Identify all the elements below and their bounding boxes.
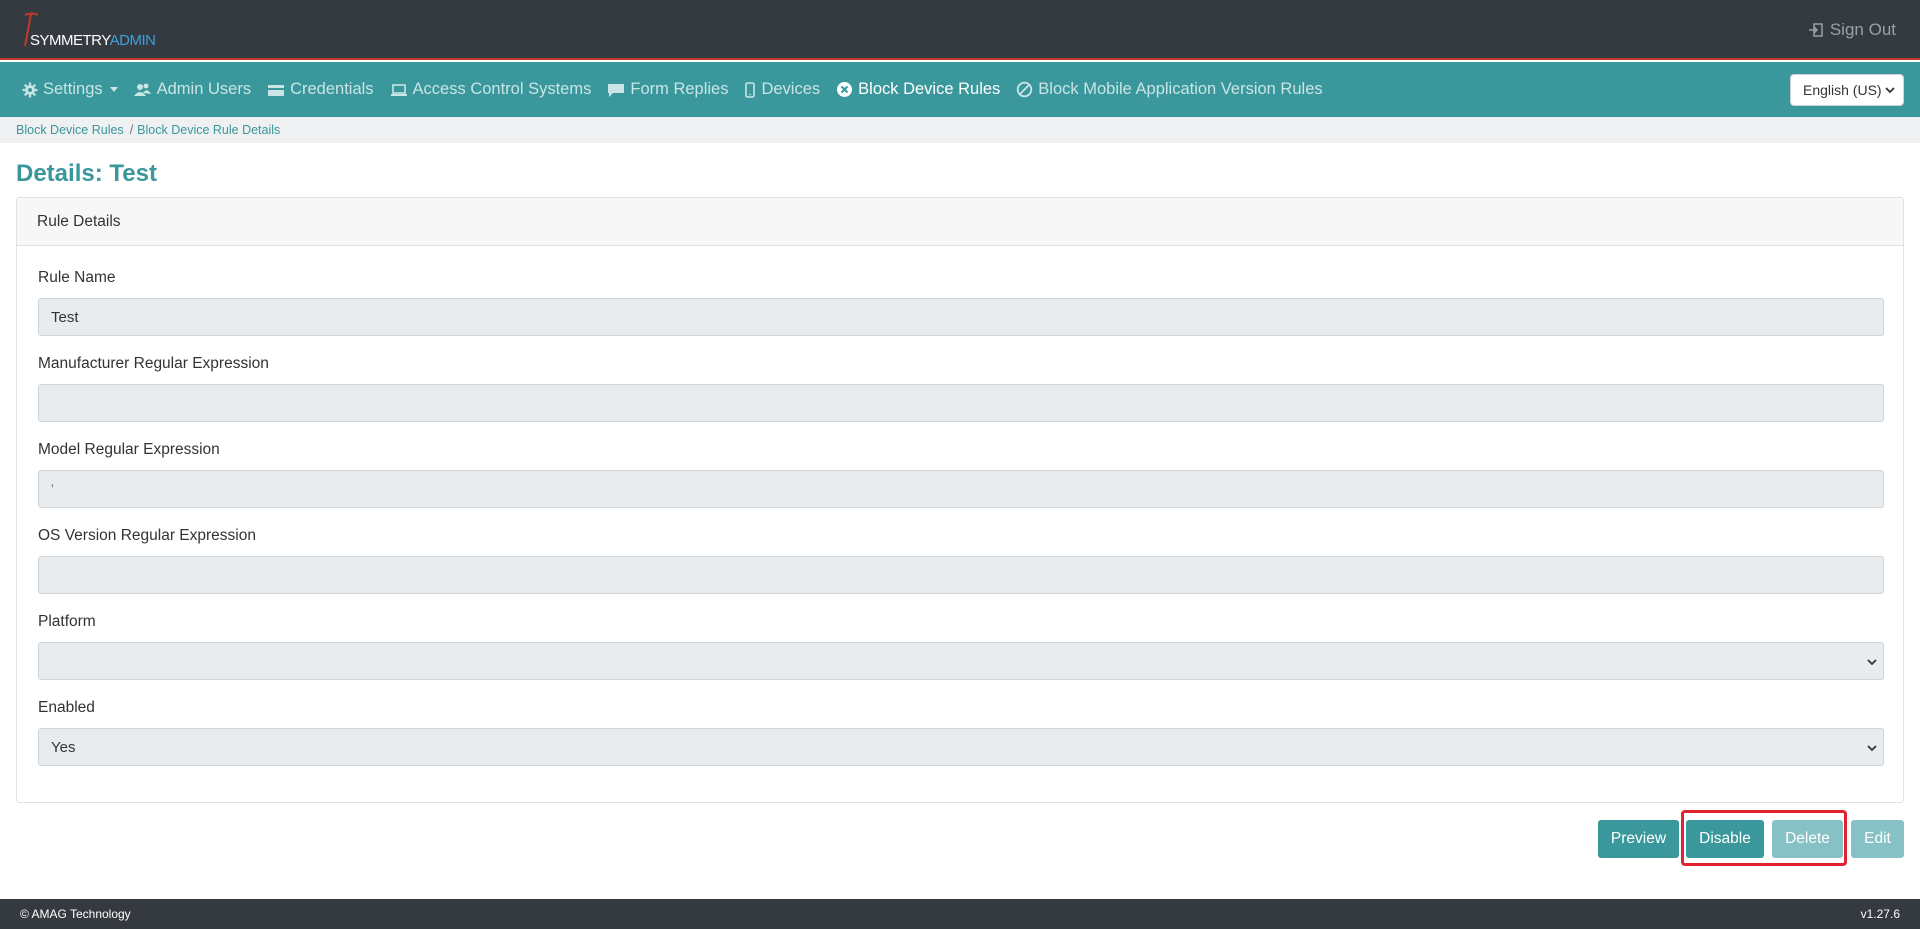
model-regex-label: Model Regular Expression bbox=[38, 441, 220, 458]
disable-button[interactable]: Disable bbox=[1686, 820, 1764, 858]
rule-details-card: Rule Details Rule Name Test Manufacturer… bbox=[16, 197, 1904, 803]
circle-x-icon bbox=[837, 82, 853, 97]
mobile-icon bbox=[745, 81, 756, 98]
sign-out-link[interactable]: Sign Out bbox=[1808, 20, 1896, 40]
nav-form-replies[interactable]: Form Replies bbox=[607, 80, 728, 99]
os-version-regex-label: OS Version Regular Expression bbox=[38, 527, 256, 544]
edit-button[interactable]: Edit bbox=[1851, 820, 1904, 858]
nav-settings-label: Settings bbox=[43, 80, 103, 98]
nav-devices[interactable]: Devices bbox=[744, 80, 820, 99]
page-title: Details: Test bbox=[16, 160, 157, 187]
breadcrumb: Block Device Rules / Block Device Rule D… bbox=[0, 117, 1920, 143]
comment-icon bbox=[608, 83, 625, 97]
model-regex-value: ' bbox=[51, 480, 54, 498]
delete-button[interactable]: Delete bbox=[1772, 820, 1843, 858]
nav-credentials-label: Credentials bbox=[290, 80, 374, 98]
breadcrumb-block-device-rule-details[interactable]: Block Device Rule Details bbox=[137, 123, 280, 137]
nav-credentials[interactable]: Credentials bbox=[267, 80, 374, 99]
chevron-down-icon bbox=[1885, 87, 1895, 94]
nav-block-mobile-app-version-rules-label: Block Mobile Application Version Rules bbox=[1038, 80, 1323, 98]
enabled-select-value: Yes bbox=[51, 738, 76, 756]
nav-access-control-systems[interactable]: Access Control Systems bbox=[390, 80, 592, 99]
nav-block-device-rules[interactable]: Block Device Rules bbox=[836, 80, 1000, 99]
footer: © AMAG Technology v1.27.6 bbox=[0, 899, 1920, 929]
nav-admin-users[interactable]: Admin Users bbox=[133, 80, 252, 99]
users-icon bbox=[133, 83, 151, 96]
nav-devices-label: Devices bbox=[761, 80, 821, 98]
laptop-icon bbox=[390, 83, 407, 96]
main-nav: Settings Admin Users Credentials Access … bbox=[0, 62, 1920, 117]
chevron-down-icon bbox=[109, 87, 118, 92]
nav-block-mobile-app-version-rules[interactable]: Block Mobile Application Version Rules bbox=[1016, 80, 1323, 99]
nav-admin-users-label: Admin Users bbox=[156, 80, 252, 98]
rule-name-value: Test bbox=[51, 308, 79, 326]
sign-out-icon bbox=[1808, 23, 1823, 37]
platform-label: Platform bbox=[38, 613, 96, 630]
ban-icon bbox=[1017, 81, 1033, 98]
chevron-down-icon bbox=[1867, 745, 1877, 752]
nav-access-control-systems-label: Access Control Systems bbox=[412, 80, 592, 98]
footer-version: v1.27.6 bbox=[1860, 907, 1900, 921]
model-regex-field[interactable]: ' bbox=[38, 470, 1884, 508]
language-select[interactable]: English (US) bbox=[1790, 74, 1904, 106]
chevron-down-icon bbox=[1867, 659, 1877, 666]
gear-icon bbox=[22, 82, 38, 97]
platform-select[interactable] bbox=[38, 642, 1884, 680]
rule-name-label: Rule Name bbox=[38, 269, 116, 286]
nav-settings[interactable]: Settings bbox=[22, 80, 118, 99]
manufacturer-regex-field[interactable] bbox=[38, 384, 1884, 422]
enabled-label: Enabled bbox=[38, 699, 95, 716]
symmetry-admin-logo: SYMMETRYADMIN bbox=[20, 12, 180, 52]
enabled-select[interactable]: Yes bbox=[38, 728, 1884, 766]
language-select-value: English (US) bbox=[1803, 82, 1882, 98]
nav-block-device-rules-label: Block Device Rules bbox=[858, 80, 1001, 98]
rule-name-field[interactable]: Test bbox=[38, 298, 1884, 336]
os-version-regex-field[interactable] bbox=[38, 556, 1884, 594]
card-header: Rule Details bbox=[17, 198, 1903, 246]
sign-out-label: Sign Out bbox=[1829, 20, 1896, 39]
breadcrumb-block-device-rules[interactable]: Block Device Rules bbox=[16, 123, 124, 137]
preview-button[interactable]: Preview bbox=[1598, 820, 1679, 858]
logo-text: SYMMETRYADMIN bbox=[30, 32, 156, 49]
top-bar: SYMMETRYADMIN Sign Out bbox=[0, 0, 1920, 60]
card-icon bbox=[268, 84, 285, 96]
manufacturer-regex-label: Manufacturer Regular Expression bbox=[38, 355, 269, 372]
nav-form-replies-label: Form Replies bbox=[630, 80, 729, 98]
breadcrumb-separator: / bbox=[129, 123, 134, 137]
footer-copyright: © AMAG Technology bbox=[20, 907, 131, 921]
